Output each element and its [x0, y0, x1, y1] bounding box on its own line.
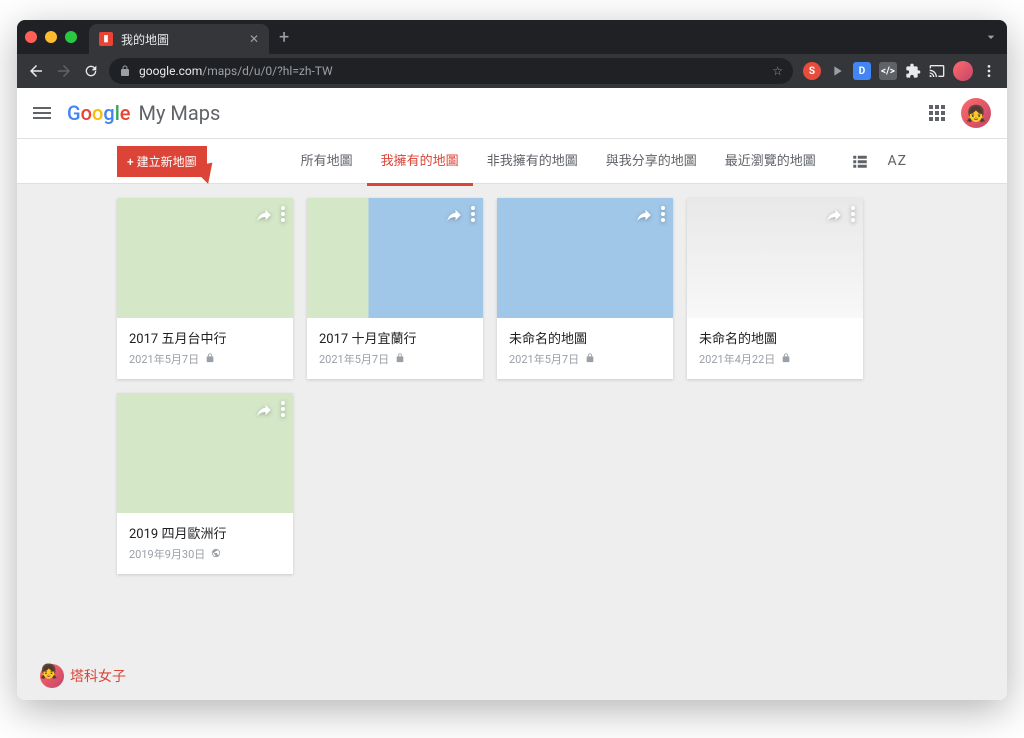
filter-tab[interactable]: 非我擁有的地圖 — [473, 136, 592, 186]
filter-tabs: 所有地圖我擁有的地圖非我擁有的地圖與我分享的地圖最近瀏覽的地圖 — [287, 136, 830, 186]
map-thumbnail — [687, 198, 863, 318]
extension-icon[interactable]: S — [803, 62, 821, 80]
map-meta: 2021年5月7日 — [129, 351, 281, 367]
create-map-button[interactable]: + 建立新地圖 — [117, 146, 207, 177]
new-tab-button[interactable]: + — [279, 27, 289, 48]
map-info: 2019 四月歐洲行 2019年9月30日 — [117, 513, 293, 574]
maps-grid: 2017 五月台中行2021年5月7日2017 十月宜蘭行2021年5月7日未命… — [17, 184, 1007, 700]
browser-tab-bar: ▮ 我的地圖 ✕ + — [17, 20, 1007, 54]
privacy-lock-icon — [205, 353, 215, 366]
privacy-lock-icon — [395, 353, 405, 366]
close-window-button[interactable] — [25, 31, 37, 43]
tab-overflow-icon[interactable] — [983, 29, 999, 45]
menu-button[interactable] — [33, 107, 51, 119]
map-meta: 2021年5月7日 — [509, 351, 661, 367]
extension-icons: S D </> — [803, 61, 997, 81]
filter-tab[interactable]: 與我分享的地圖 — [592, 136, 711, 186]
tab-title: 我的地圖 — [121, 31, 169, 48]
google-mymaps-logo: Google My Maps — [67, 101, 220, 125]
back-button[interactable] — [27, 62, 45, 80]
more-options-icon[interactable] — [281, 401, 285, 419]
map-date: 2021年4月22日 — [699, 351, 775, 367]
tab-favicon-icon: ▮ — [99, 32, 113, 46]
reload-button[interactable] — [83, 63, 99, 79]
page-content: Google My Maps 👧 + 建立新地圖 所有地圖我擁有的地圖非我擁有的… — [17, 88, 1007, 700]
map-meta: 2021年4月22日 — [699, 351, 851, 367]
more-options-icon[interactable] — [851, 206, 855, 224]
map-thumbnail — [117, 198, 293, 318]
extension-play-icon[interactable] — [829, 63, 845, 79]
privacy-public-icon — [211, 548, 221, 561]
share-icon[interactable] — [825, 206, 843, 224]
more-options-icon[interactable] — [661, 206, 665, 224]
map-title: 2017 十月宜蘭行 — [319, 328, 471, 347]
browser-window: ▮ 我的地圖 ✕ + google.com/maps/d/u/0/?hl=zh-… — [17, 20, 1007, 700]
map-card[interactable]: 2017 五月台中行 2021年5月7日 — [117, 198, 293, 379]
window-controls — [25, 31, 77, 43]
map-card[interactable]: 未命名的地圖 2021年5月7日 — [497, 198, 673, 379]
extension-icon[interactable]: D — [853, 62, 871, 80]
url-input[interactable]: google.com/maps/d/u/0/?hl=zh-TW ☆ — [109, 58, 793, 84]
map-date: 2019年9月30日 — [129, 546, 205, 562]
extension-icon[interactable]: </> — [879, 62, 897, 80]
app-header: Google My Maps 👧 — [17, 88, 1007, 138]
privacy-lock-icon — [585, 353, 595, 366]
share-icon[interactable] — [255, 206, 273, 224]
extensions-menu-icon[interactable] — [905, 63, 921, 79]
filter-tab[interactable]: 所有地圖 — [287, 136, 367, 186]
minimize-window-button[interactable] — [45, 31, 57, 43]
browser-tab[interactable]: ▮ 我的地圖 ✕ — [89, 24, 269, 54]
forward-button[interactable] — [55, 62, 73, 80]
map-title: 未命名的地圖 — [699, 328, 851, 347]
share-icon[interactable] — [635, 206, 653, 224]
bookmark-star-icon[interactable]: ☆ — [772, 64, 783, 78]
map-info: 未命名的地圖 2021年5月7日 — [497, 318, 673, 379]
google-apps-icon[interactable] — [929, 105, 945, 121]
filter-tab[interactable]: 最近瀏覽的地圖 — [711, 136, 830, 186]
maximize-window-button[interactable] — [65, 31, 77, 43]
map-title: 未命名的地圖 — [509, 328, 661, 347]
map-thumbnail — [307, 198, 483, 318]
share-icon[interactable] — [445, 206, 463, 224]
filter-tab[interactable]: 我擁有的地圖 — [367, 136, 473, 186]
cast-icon[interactable] — [929, 63, 945, 79]
map-thumbnail — [497, 198, 673, 318]
browser-address-bar: google.com/maps/d/u/0/?hl=zh-TW ☆ S D </… — [17, 54, 1007, 88]
toolbar: + 建立新地圖 所有地圖我擁有的地圖非我擁有的地圖與我分享的地圖最近瀏覽的地圖 … — [17, 138, 1007, 184]
watermark: 👧 塔科女子 — [40, 664, 126, 688]
profile-avatar-icon[interactable] — [953, 61, 973, 81]
list-view-icon[interactable] — [851, 152, 869, 170]
menu-dots-icon[interactable] — [981, 63, 997, 79]
more-options-icon[interactable] — [471, 206, 475, 224]
map-date: 2021年5月7日 — [319, 351, 389, 367]
map-title: 2019 四月歐洲行 — [129, 523, 281, 542]
sort-button[interactable]: AZ — [887, 153, 907, 169]
watermark-text: 塔科女子 — [70, 666, 126, 686]
more-options-icon[interactable] — [281, 206, 285, 224]
map-date: 2021年5月7日 — [129, 351, 199, 367]
map-card[interactable]: 未命名的地圖 2021年4月22日 — [687, 198, 863, 379]
user-avatar[interactable]: 👧 — [961, 98, 991, 128]
map-meta: 2021年5月7日 — [319, 351, 471, 367]
url-text: google.com/maps/d/u/0/?hl=zh-TW — [139, 64, 333, 78]
map-title: 2017 五月台中行 — [129, 328, 281, 347]
map-date: 2021年5月7日 — [509, 351, 579, 367]
map-info: 2017 十月宜蘭行 2021年5月7日 — [307, 318, 483, 379]
lock-icon — [119, 65, 131, 77]
map-meta: 2019年9月30日 — [129, 546, 281, 562]
watermark-icon: 👧 — [40, 664, 64, 688]
share-icon[interactable] — [255, 401, 273, 419]
map-thumbnail — [117, 393, 293, 513]
map-card[interactable]: 2017 十月宜蘭行 2021年5月7日 — [307, 198, 483, 379]
map-info: 2017 五月台中行 2021年5月7日 — [117, 318, 293, 379]
map-info: 未命名的地圖 2021年4月22日 — [687, 318, 863, 379]
close-tab-icon[interactable]: ✕ — [249, 32, 259, 46]
map-card[interactable]: 2019 四月歐洲行 2019年9月30日 — [117, 393, 293, 574]
privacy-lock-icon — [781, 353, 791, 366]
